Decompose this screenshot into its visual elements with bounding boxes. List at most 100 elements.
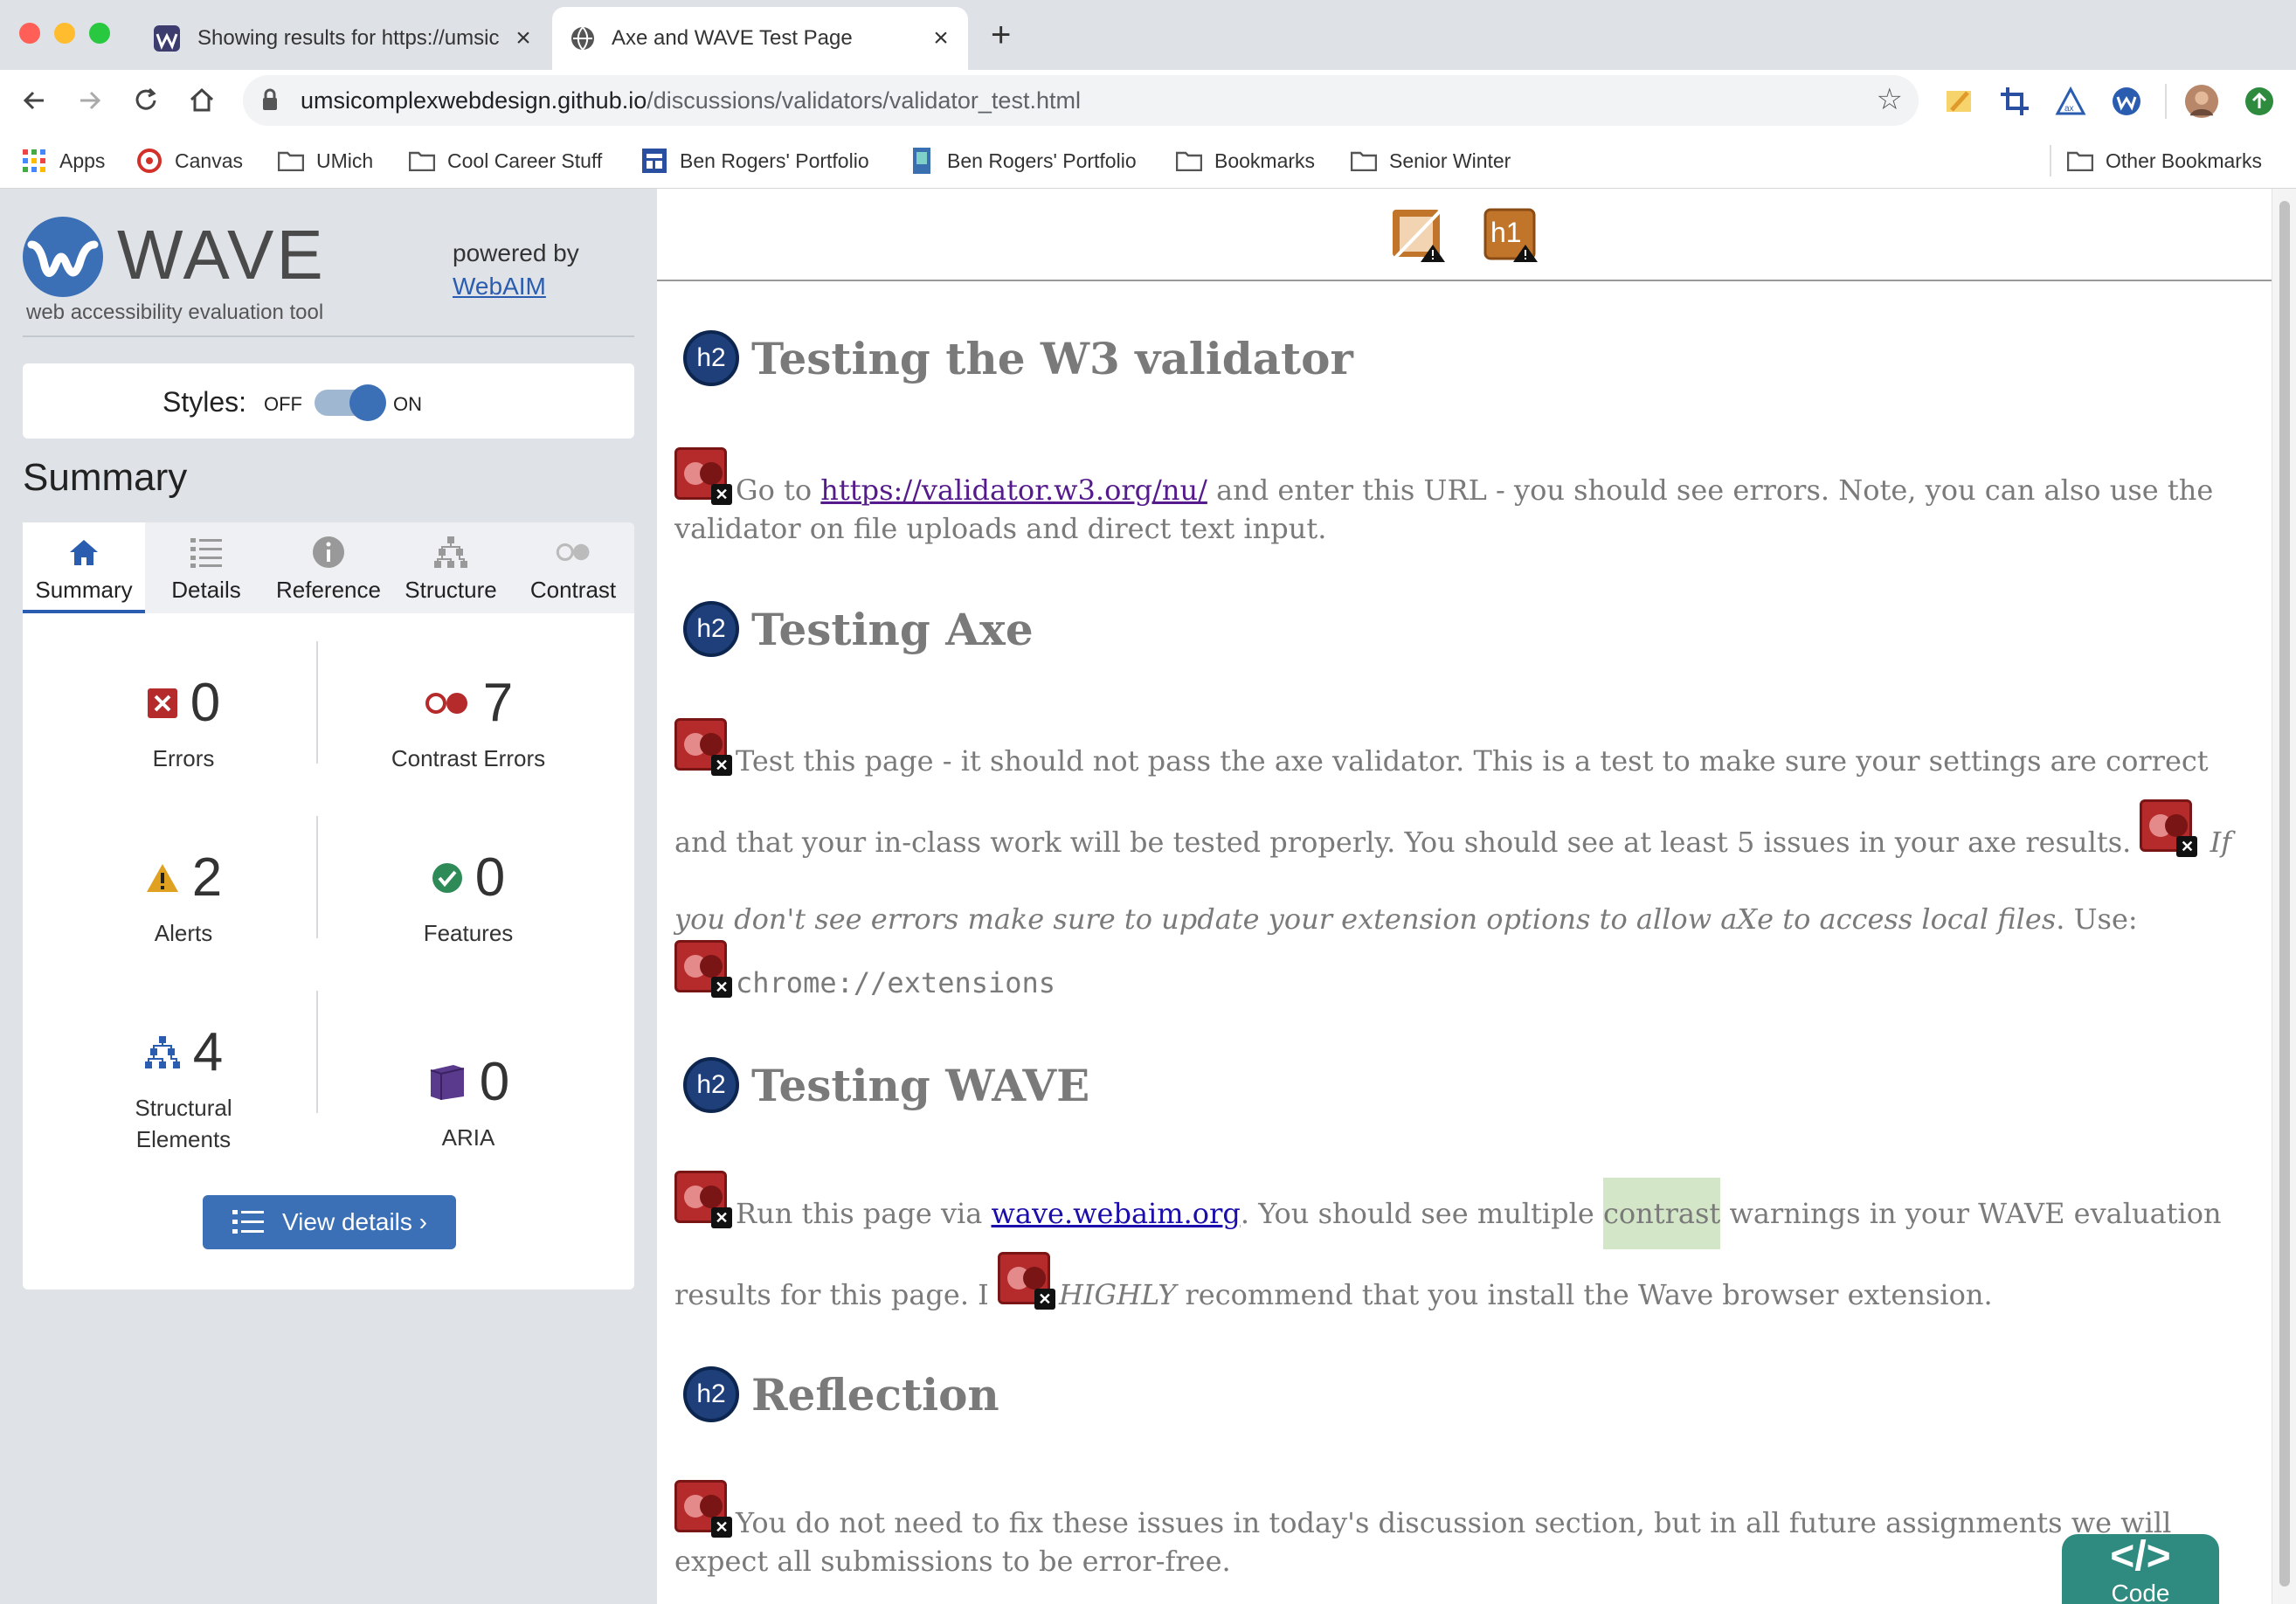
- code-toggle-button[interactable]: </> Code: [2062, 1534, 2219, 1604]
- structure-elements-icon: [144, 1036, 180, 1068]
- features-label: Features: [423, 920, 514, 946]
- tab-structure[interactable]: Structure: [390, 522, 512, 613]
- list-icon: [232, 1210, 264, 1234]
- structure-icon: [433, 535, 468, 570]
- tab-title: Axe and WAVE Test Page: [612, 26, 853, 50]
- paragraph-reflection: ✕ You do not need to fix these issues in …: [674, 1480, 2247, 1580]
- back-button[interactable]: [14, 80, 54, 121]
- view-details-button[interactable]: View details ›: [203, 1195, 456, 1249]
- tab-label: Details: [171, 577, 241, 603]
- new-tab-button[interactable]: +: [991, 17, 1011, 52]
- bookmark-canvas[interactable]: Canvas: [136, 143, 243, 178]
- contrast-error-icon[interactable]: ✕: [2140, 799, 2198, 857]
- folder-icon: [1351, 148, 1377, 174]
- code-extensions: chrome://extensions: [736, 966, 1056, 999]
- missing-title-alert-icon[interactable]: [1389, 206, 1447, 264]
- bookmark-bookmarks[interactable]: Bookmarks: [1176, 143, 1315, 178]
- browser-tab-test-page[interactable]: Axe and WAVE Test Page ×: [552, 7, 968, 70]
- lock-icon: [263, 88, 277, 110]
- h2-badge-icon[interactable]: h2: [683, 1366, 739, 1422]
- contrast-error-icon[interactable]: ✕: [674, 718, 732, 776]
- h2-badge-icon[interactable]: h2: [683, 601, 739, 657]
- bookmark-senior-winter[interactable]: Senior Winter: [1351, 143, 1511, 178]
- browser-tab-wave-results[interactable]: Showing results for https://umsic ×: [140, 7, 550, 70]
- view-details-label: View details ›: [281, 1208, 427, 1235]
- contrast-error-icon[interactable]: ✕: [997, 1252, 1055, 1310]
- address-bar[interactable]: umsicomplexwebdesign.github.io/discussio…: [243, 75, 1919, 126]
- page-scrollbar[interactable]: [2272, 189, 2296, 1604]
- bookmark-label: Cool Career Stuff: [447, 149, 603, 172]
- section-heading-wave: h2 Testing WAVE: [683, 1057, 1089, 1113]
- tab-close-icon[interactable]: ×: [510, 24, 536, 53]
- tab-contrast[interactable]: Contrast: [512, 522, 634, 613]
- extension-wave-icon[interactable]: [2109, 84, 2144, 119]
- tab-details[interactable]: Details: [145, 522, 267, 613]
- tab-summary[interactable]: Summary: [23, 522, 145, 613]
- section-heading-w3: h2 Testing the W3 validator: [683, 330, 1353, 386]
- styles-toggle-box: Styles: OFF ON: [23, 363, 634, 439]
- validator-link[interactable]: https://validator.w3.org/nu/: [820, 474, 1207, 507]
- alert-icon: [146, 864, 178, 892]
- styles-on-label: ON: [393, 393, 422, 415]
- errors-label: Errors: [152, 745, 215, 771]
- bookmark-cool-career-stuff[interactable]: Cool Career Stuff: [409, 143, 602, 178]
- extension-highlighter-icon[interactable]: [1941, 84, 1976, 119]
- bookmark-ben-rogers-portfolio[interactable]: Ben Rogers' Portfolio: [641, 143, 869, 178]
- tab-title: Showing results for https://umsic: [197, 26, 500, 50]
- alerts-label: Alerts: [154, 920, 213, 946]
- forward-arrow-icon: [80, 91, 101, 110]
- h1-alert-icon[interactable]: h1: [1482, 206, 1539, 264]
- wave-webaim-link[interactable]: wave.webaim.org: [992, 1197, 1241, 1230]
- contrast-error-icon[interactable]: ✕: [674, 1480, 732, 1538]
- bookmark-ben-rogers-portfolio-2[interactable]: Ben Rogers' Portfolio: [909, 143, 1137, 178]
- minimize-window-button[interactable]: [54, 23, 75, 44]
- error-icon: [147, 688, 177, 718]
- extension-crop-icon[interactable]: [1997, 84, 2032, 119]
- bookmark-label: Apps: [59, 149, 106, 172]
- page-top-icons: h1: [657, 189, 2272, 281]
- page-content: h1 h2 Testing the W3 validator ✕ Go to ht…: [657, 189, 2272, 1604]
- portfolio-icon-2: [909, 148, 935, 174]
- extension-axe-icon[interactable]: ax: [2053, 84, 2088, 119]
- powered-by-label: powered by: [453, 239, 579, 266]
- bookmark-apps[interactable]: Apps: [21, 143, 105, 178]
- bookmarks-divider: [2050, 145, 2051, 176]
- maximize-window-button[interactable]: [89, 23, 110, 44]
- scrollbar-thumb[interactable]: [2279, 201, 2290, 1587]
- reload-button[interactable]: [126, 80, 166, 121]
- h2-badge-icon[interactable]: h2: [683, 330, 739, 386]
- profile-avatar[interactable]: [2184, 84, 2219, 119]
- stat-errors[interactable]: 0 Errors: [44, 676, 323, 774]
- contrast-error-icon[interactable]: ✕: [674, 940, 732, 998]
- update-icon[interactable]: [2242, 84, 2277, 119]
- url-text: umsicomplexwebdesign.github.io/discussio…: [301, 87, 1081, 114]
- stat-aria[interactable]: 0 ARIA: [328, 1055, 608, 1153]
- tab-label: Reference: [276, 577, 381, 603]
- apps-grid-icon: [21, 148, 47, 174]
- reload-icon: [135, 87, 156, 110]
- heading-text: Testing WAVE: [751, 1059, 1090, 1111]
- bookmark-label: Canvas: [175, 149, 243, 172]
- forward-button[interactable]: [70, 80, 110, 121]
- bookmark-other-bookmarks[interactable]: Other Bookmarks: [2067, 143, 2262, 178]
- close-window-button[interactable]: [19, 23, 40, 44]
- h2-badge-icon[interactable]: h2: [683, 1057, 739, 1113]
- contrast-highlight: contrast: [1602, 1178, 1721, 1249]
- folder-icon: [278, 148, 304, 174]
- stat-alerts[interactable]: 2 Alerts: [44, 851, 323, 949]
- contrast-error-icon[interactable]: ✕: [674, 447, 732, 505]
- bookmark-umich[interactable]: UMich: [278, 143, 373, 178]
- toggle-knob: [349, 384, 386, 421]
- contrast-error-icon[interactable]: ✕: [674, 1171, 732, 1228]
- browser-toolbar: umsicomplexwebdesign.github.io/discussio…: [0, 70, 2296, 133]
- stat-features[interactable]: 0 Features: [328, 851, 608, 949]
- bookmark-star-icon[interactable]: ☆: [1877, 82, 1903, 117]
- styles-toggle[interactable]: [315, 384, 386, 421]
- home-button[interactable]: [182, 80, 222, 121]
- tab-reference[interactable]: Reference: [267, 522, 390, 613]
- stat-contrast-errors[interactable]: 7 Contrast Errors: [328, 676, 608, 774]
- webaim-link[interactable]: WebAIM: [453, 273, 546, 301]
- code-label: Code: [2111, 1580, 2170, 1604]
- tab-close-icon[interactable]: ×: [928, 24, 954, 53]
- stat-structural-elements[interactable]: 4 Structural Elements: [44, 1026, 323, 1155]
